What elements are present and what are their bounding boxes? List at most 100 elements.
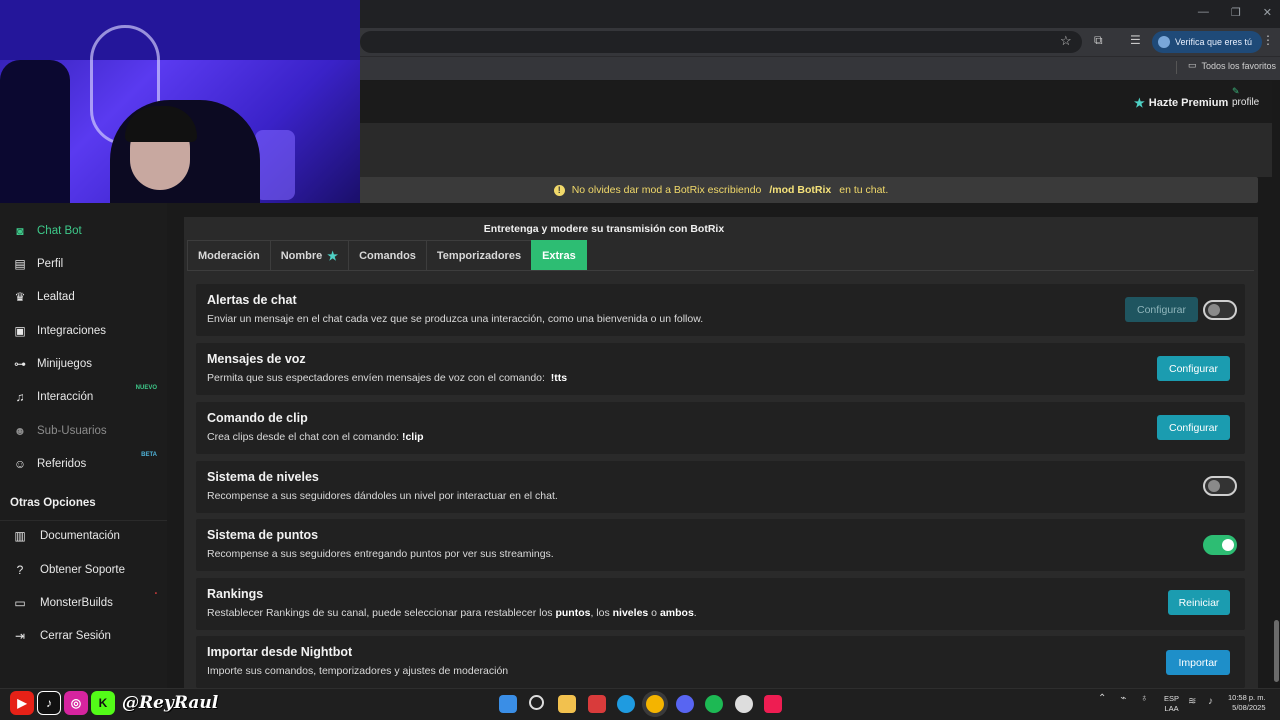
webcam-ceiling [0,0,360,60]
sidebar-item-label: Cerrar Sesión [40,630,111,642]
app-icon[interactable] [588,695,606,713]
content-gutter [167,203,184,688]
sidebar-item-soporte[interactable]: ? Obtener Soporte [0,555,167,585]
discord-icon[interactable] [676,695,694,713]
premium-button[interactable]: ★ Hazte Premium [1134,96,1228,110]
instagram-icon: ◎ [64,691,88,715]
tab-temporizadores[interactable]: Temporizadores [425,240,533,271]
spotify-icon[interactable] [705,695,723,713]
close-icon[interactable]: ✕ [1263,6,1272,19]
command-name: !clip [401,431,424,443]
folder-icon: ▭ [1188,60,1197,70]
browser-menu-icon[interactable]: ⋮ [1262,33,1274,47]
reset-button[interactable]: Reiniciar [1168,590,1230,615]
obs-icon[interactable] [735,695,753,713]
scrollbar-thumb[interactable] [1274,620,1279,682]
referrals-icon: ☺ [13,457,27,471]
all-bookmarks-label: Todos los favoritos [1201,60,1277,71]
desc-part: . [693,607,697,619]
edge-icon[interactable] [617,695,635,713]
profile-button[interactable]: ✎ profile [1232,85,1259,109]
alerts-toggle[interactable] [1203,300,1237,320]
page-scrollbar[interactable] [1272,81,1280,688]
restore-icon[interactable]: ❐ [1231,6,1241,19]
microphone-icon[interactable]: ♁ [1140,693,1148,704]
clock-date: 5/08/2025 [1232,703,1266,712]
chevron-up-icon[interactable]: ⌃ [1098,693,1106,704]
tab-label: Extras [542,250,576,262]
tab-moderacion[interactable]: Moderación [187,240,271,271]
tab-comandos[interactable]: Comandos [348,240,427,271]
card-sistema-de-puntos: Sistema de puntos Recompense a sus segui… [196,519,1245,571]
levels-toggle[interactable] [1203,476,1237,496]
sidebar-item-chat-bot[interactable]: ◙ Chat Bot [0,216,167,246]
panel-title: Entretenga y modere su transmisión con B… [483,223,725,235]
reading-list-icon[interactable]: ☰ [1130,33,1141,47]
trophy-icon: ♛ [14,290,26,304]
sidebar-item-perfil[interactable]: ▤ Perfil [0,249,167,279]
help-icon: ? [16,563,24,577]
sidebar-item-cerrar-sesion[interactable]: ⇥ Cerrar Sesión [0,621,167,651]
sidebar-item-label: Lealtad [37,291,75,303]
verify-profile-button[interactable]: Verifica que eres tú [1152,31,1263,53]
sidebar-item-integraciones[interactable]: ▣ Integraciones [0,316,167,346]
tab-extras[interactable]: Extras [531,240,587,271]
import-button[interactable]: Importar [1166,650,1230,675]
sidebar-item-referidos[interactable]: ☺ Referidos BETA [0,449,167,479]
tiktok-icon: ♪ [37,691,61,715]
network-icon[interactable]: ⌁ [1120,693,1126,704]
sidebar-item-documentacion[interactable]: ▥ Documentación [0,521,167,551]
all-bookmarks-button[interactable]: ▭ Todos los favoritos [1188,60,1276,71]
extensions-icon[interactable]: ⧉ [1094,33,1103,48]
chrome-icon[interactable] [646,695,664,713]
toggle-knob [1222,539,1234,551]
file-explorer-icon[interactable] [558,695,576,713]
sidebar-item-label: Perfil [37,258,64,270]
minimize-icon[interactable]: — [1198,6,1209,19]
card-title: Alertas de chat [207,293,297,307]
configure-button[interactable]: Configurar [1157,415,1230,440]
points-toggle[interactable] [1203,535,1237,555]
sidebar-item-label: Referidos [37,458,87,470]
toggle-knob [1208,304,1220,316]
volume-icon[interactable]: ♪ [1208,696,1213,707]
tiktok-live-icon[interactable] [764,695,782,713]
sidebar-item-label: Sub-Usuarios [37,425,107,437]
configure-button[interactable]: Configurar [1125,297,1198,322]
sidebar-item-interaccion[interactable]: ♫ Interacción NUEVO [0,382,167,412]
streamer-handle: @ReyRaul [122,693,219,713]
language-code: ESP [1164,694,1180,703]
sidebar-item-monsterbuilds[interactable]: ▭ MonsterBuilds • [0,588,167,618]
window-controls: — ❐ ✕ [1198,6,1272,19]
card-alertas-de-chat: Alertas de chat Enviar un mensaje en el … [196,284,1245,336]
sidebar-item-sub-usuarios[interactable]: ☻ Sub-Usuarios [0,416,167,446]
wifi-icon[interactable]: ≋ [1188,696,1196,707]
language-indicator[interactable]: ESP LAA [1164,694,1179,714]
start-icon[interactable] [499,695,517,713]
card-sistema-de-niveles: Sistema de niveles Recompense a sus segu… [196,461,1245,513]
card-description: Importe sus comandos, temporizadores y a… [207,665,509,677]
bookmarks-divider [1176,61,1177,74]
address-bar[interactable] [360,31,1082,53]
profile-avatar-icon [1158,36,1170,48]
sidebar-item-label: MonsterBuilds [40,597,113,609]
configure-button[interactable]: Configurar [1157,356,1230,381]
card-comando-de-clip: Comando de clip Crea clips desde el chat… [196,402,1245,454]
premium-star-icon: ★ [327,249,339,263]
clock[interactable]: 10:58 p. m. 5/08/2025 [1228,693,1266,713]
card-description: Recompense a sus seguidores dándoles un … [207,490,558,502]
clock-time: 10:58 p. m. [1228,693,1266,702]
search-icon[interactable] [529,695,544,710]
profile-label: profile [1232,97,1260,108]
tab-label: Nombre [280,250,323,262]
social-overlay: ▶ ♪ ◎ K @ReyRaul [10,688,218,718]
bookmark-star-icon[interactable]: ☆ [1060,33,1072,49]
sidebar-item-label: Integraciones [37,325,107,337]
tab-nombre[interactable]: Nombre ★ [269,240,350,271]
premium-star-icon: ★ [1134,96,1145,110]
sidebar-item-lealtad[interactable]: ♛ Lealtad [0,282,167,312]
sidebar-item-label: Obtener Soporte [40,564,126,576]
verify-label: Verifica que eres tú [1175,37,1253,47]
tab-label: Comandos [359,250,416,262]
sidebar-item-minijuegos[interactable]: ⊶ Minijuegos [0,349,167,379]
